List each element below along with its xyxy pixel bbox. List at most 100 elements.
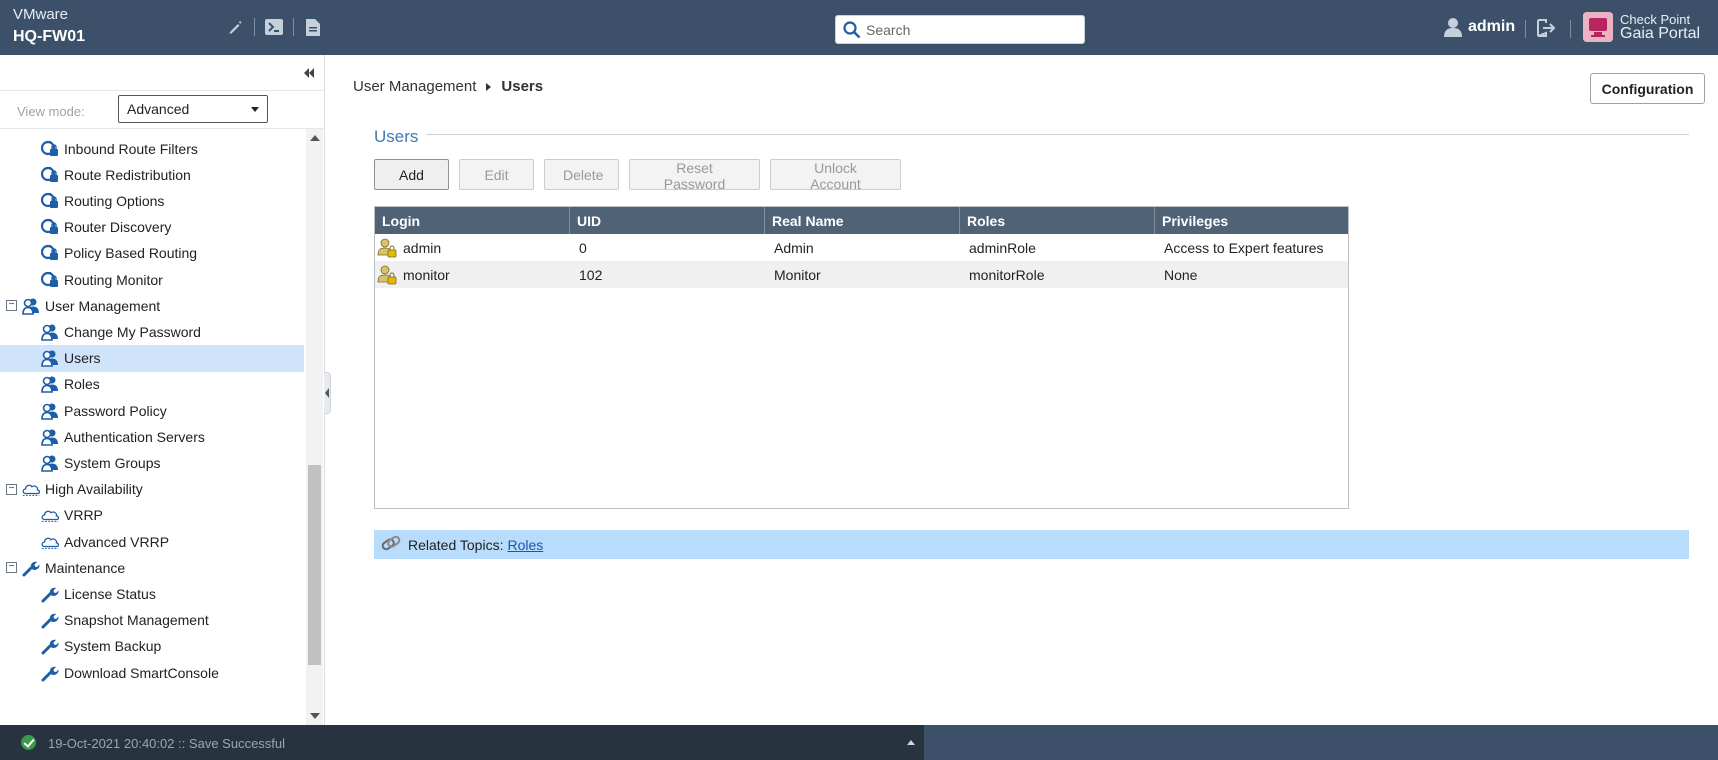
- top-bar: VMware HQ-FW01 admin Check Point Gaia Po…: [0, 0, 1718, 55]
- sidebar-item-system-groups[interactable]: System Groups: [0, 449, 304, 476]
- sidebar-item-routing-monitor[interactable]: Routing Monitor: [0, 266, 304, 293]
- reset-password-button[interactable]: Reset Password: [629, 159, 760, 192]
- related-roles-link[interactable]: Roles: [507, 537, 543, 553]
- collapse-sidebar-icon[interactable]: [303, 67, 315, 81]
- table-row[interactable]: monitor 102 Monitor monitorRole None: [375, 261, 1348, 288]
- user-menu[interactable]: admin: [1444, 17, 1515, 37]
- edit-button[interactable]: Edit: [459, 159, 534, 190]
- sidebar-item-label: Download SmartConsole: [64, 664, 219, 681]
- sidebar-item-label: Router Discovery: [64, 219, 172, 236]
- scroll-down-icon[interactable]: [310, 713, 320, 719]
- sidebar-scrollbar[interactable]: [306, 129, 323, 725]
- search-icon: [843, 21, 861, 39]
- wrench-icon: [40, 584, 60, 604]
- table-row[interactable]: admin 0 Admin adminRole Access to Expert…: [375, 234, 1348, 261]
- user-icon: [1444, 18, 1462, 37]
- sidebar-item-user-management[interactable]: − User Management: [0, 292, 304, 319]
- tree-collapse-icon[interactable]: −: [6, 483, 17, 495]
- sidebar-item-system-backup[interactable]: System Backup: [0, 633, 304, 660]
- sidebar-item-download-smartconsole[interactable]: Download SmartConsole: [0, 659, 304, 686]
- breadcrumb: User Management Users: [353, 78, 543, 95]
- cell-login: admin: [403, 239, 442, 256]
- cloud-icon: [40, 505, 60, 525]
- view-mode-value: Advanced: [127, 101, 190, 117]
- add-button[interactable]: Add: [374, 159, 449, 190]
- users-icon: [21, 296, 41, 316]
- username: admin: [1468, 18, 1516, 35]
- splitter-handle[interactable]: [324, 372, 331, 414]
- sidebar-item-label: Maintenance: [45, 559, 126, 576]
- document-icon[interactable]: [302, 16, 324, 38]
- routing-lock-icon: [40, 270, 60, 290]
- sidebar-item-password-policy[interactable]: Password Policy: [0, 397, 304, 424]
- view-mode-label: View mode:: [17, 104, 85, 119]
- cell-real-name: Admin: [774, 239, 814, 256]
- sidebar-item-snapshot-management[interactable]: Snapshot Management: [0, 607, 304, 634]
- users-table: Login UID Real Name Roles Privileges adm…: [374, 206, 1349, 509]
- users-icon: [40, 453, 60, 473]
- configuration-button[interactable]: Configuration: [1590, 73, 1705, 104]
- sidebar-item-label: User Management: [45, 297, 161, 314]
- tree-collapse-icon[interactable]: −: [6, 300, 17, 312]
- users-icon: [40, 401, 60, 421]
- sidebar-item-vrrp[interactable]: VRRP: [0, 502, 304, 529]
- cloud-icon: [21, 479, 41, 499]
- divider: [293, 18, 294, 36]
- sidebar-item-label: Roles: [64, 376, 100, 393]
- sidebar-item-change-my-password[interactable]: Change My Password: [0, 318, 304, 345]
- routing-lock-icon: [40, 139, 60, 159]
- sidebar-item-routing-options[interactable]: Routing Options: [0, 187, 304, 214]
- column-header-privileges[interactable]: Privileges: [1155, 207, 1348, 234]
- sidebar-item-advanced-vrrp[interactable]: Advanced VRRP: [0, 528, 304, 555]
- divider: [0, 90, 325, 91]
- breadcrumb-current: Users: [501, 78, 544, 95]
- hostname: HQ-FW01: [13, 28, 85, 45]
- sidebar-item-label: Advanced VRRP: [64, 533, 170, 550]
- section-title: Users: [374, 127, 419, 146]
- user-lock-icon: [377, 265, 397, 285]
- cell-privileges: None: [1164, 266, 1198, 283]
- sidebar-item-label: Users: [64, 350, 101, 367]
- breadcrumb-parent[interactable]: User Management: [353, 78, 476, 95]
- search-input[interactable]: [866, 20, 1076, 40]
- users-icon: [40, 348, 60, 368]
- column-header-real-name[interactable]: Real Name: [765, 207, 960, 234]
- sidebar-item-route-redistribution[interactable]: Route Redistribution: [0, 161, 304, 188]
- sidebar-item-policy-based-routing[interactable]: Policy Based Routing: [0, 240, 304, 267]
- app-name: VMware: [13, 6, 69, 23]
- tree-collapse-icon[interactable]: −: [6, 562, 17, 574]
- divider: [254, 18, 255, 36]
- sidebar-item-authentication-servers[interactable]: Authentication Servers: [0, 423, 304, 450]
- search-box[interactable]: [835, 15, 1085, 44]
- terminal-icon[interactable]: [263, 16, 285, 38]
- unlock-account-button[interactable]: Unlock Account: [770, 159, 901, 192]
- sidebar-item-router-discovery[interactable]: Router Discovery: [0, 214, 304, 241]
- column-header-uid[interactable]: UID: [570, 207, 765, 234]
- cell-uid: 102: [579, 266, 603, 283]
- column-header-roles[interactable]: Roles: [960, 207, 1155, 234]
- user-lock-icon: [377, 238, 397, 258]
- checkpoint-logo-icon: [1583, 12, 1613, 42]
- sidebar-item-roles[interactable]: Roles: [0, 371, 304, 398]
- logout-icon[interactable]: [1536, 18, 1556, 41]
- column-header-login[interactable]: Login: [375, 207, 570, 234]
- sidebar-item-maintenance[interactable]: − Maintenance: [0, 554, 304, 581]
- cell-privileges: Access to Expert features: [1164, 239, 1324, 256]
- sidebar-item-high-availability[interactable]: − High Availability: [0, 476, 304, 503]
- scroll-up-icon[interactable]: [310, 135, 320, 141]
- action-toolbar: Add Edit Delete Reset Password Unlock Ac…: [374, 159, 911, 192]
- sidebar-item-label: Routing Options: [64, 192, 165, 209]
- related-topics-bar: Related Topics: Roles: [374, 530, 1689, 559]
- delete-button[interactable]: Delete: [544, 159, 619, 190]
- cell-login: monitor: [403, 266, 450, 283]
- pencil-icon[interactable]: [224, 16, 246, 38]
- sidebar-item-license-status[interactable]: License Status: [0, 580, 304, 607]
- sidebar-item-inbound-route-filters[interactable]: Inbound Route Filters: [0, 135, 304, 162]
- scrollbar-thumb[interactable]: [308, 465, 321, 665]
- view-mode-select[interactable]: Advanced: [118, 95, 268, 123]
- expand-up-icon[interactable]: [907, 740, 915, 745]
- divider: [1525, 20, 1526, 38]
- sidebar-item-label: High Availability: [45, 481, 143, 498]
- sidebar-item-users[interactable]: Users: [0, 344, 304, 372]
- users-icon: [40, 374, 60, 394]
